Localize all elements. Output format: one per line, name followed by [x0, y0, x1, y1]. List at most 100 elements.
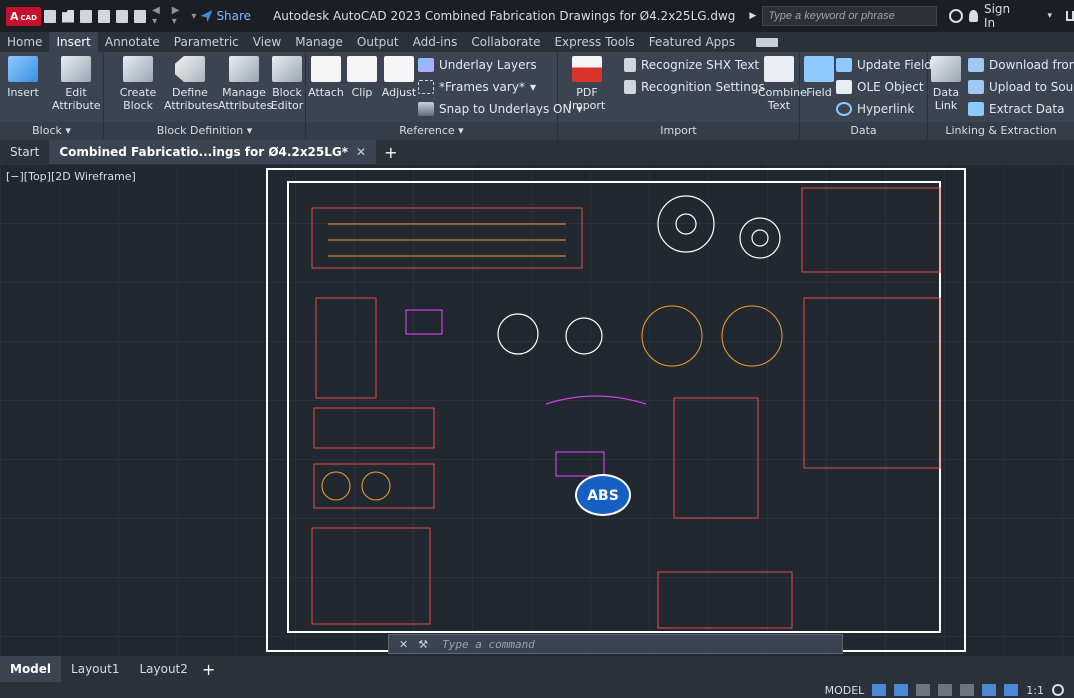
insert-button[interactable]: Insert [4, 56, 42, 99]
viewport-controls[interactable]: [−][Top][2D Wireframe] [6, 170, 136, 183]
ole-object-button[interactable]: OLE Object [836, 80, 924, 94]
status-bar: MODEL 1:1 [0, 682, 1074, 698]
edit-attribute-icon [61, 56, 91, 82]
field-icon [804, 56, 834, 82]
recognize-shx-button[interactable]: Recognize SHX Text [624, 58, 759, 72]
save-icon[interactable] [80, 9, 93, 23]
undo-icon[interactable]: ◀ ▾ [152, 5, 166, 27]
grid-icon[interactable] [872, 684, 887, 696]
download-from-button[interactable]: Download from [968, 58, 1074, 72]
manage-attributes-button[interactable]: Manage Attributes [218, 56, 272, 112]
panel-title-reference[interactable]: Reference ▾ [306, 122, 557, 140]
tab-view[interactable]: View [246, 32, 288, 52]
tag-icon [175, 56, 205, 82]
object-snap-icon[interactable] [982, 684, 997, 696]
tab-layout2[interactable]: Layout2 [129, 656, 197, 682]
ribbon-tabs: Home Insert Annotate Parametric View Man… [0, 32, 1074, 52]
isodraft-icon[interactable] [960, 684, 975, 696]
sign-in-button[interactable]: Sign In [969, 2, 1013, 30]
edit-attribute-button[interactable]: Edit Attribute [52, 56, 101, 112]
field-button[interactable]: Field [804, 56, 834, 99]
tab-parametric[interactable]: Parametric [167, 32, 246, 52]
frame-icon [418, 80, 434, 94]
save-as-icon[interactable] [98, 9, 111, 23]
combine-text-icon [764, 56, 794, 82]
quick-access-toolbar: ◀ ▾ ▶ ▾ ▾ [40, 5, 196, 27]
panel-title-linking: Linking & Extraction [928, 122, 1074, 140]
app-logo[interactable]: A CAD [0, 0, 41, 32]
close-icon[interactable]: ✕ [356, 145, 366, 159]
tab-featured-apps[interactable]: Featured Apps [642, 32, 742, 52]
tab-drawing[interactable]: Combined Fabricatio...ings for Ø4.2x25LG… [49, 140, 377, 164]
tab-model[interactable]: Model [0, 656, 62, 682]
snap-mode-icon[interactable] [894, 684, 909, 696]
combine-text-button[interactable]: Combine Text [758, 56, 807, 112]
hyperlink-button[interactable]: Hyperlink [836, 102, 914, 116]
upload-icon [968, 80, 984, 94]
block-editor-button[interactable]: Block Editor [270, 56, 304, 112]
clip-icon [347, 56, 377, 82]
chevron-down-icon[interactable]: ▾ [1048, 11, 1053, 21]
publish-icon[interactable] [116, 9, 129, 23]
close-icon[interactable]: ✕ [399, 638, 408, 651]
customize-qat-icon[interactable]: ▾ [191, 11, 196, 22]
redo-icon[interactable]: ▶ ▾ [172, 5, 186, 27]
cart-icon[interactable] [1066, 11, 1074, 21]
panel-block: Insert Edit Attribute Block ▾ [0, 52, 104, 140]
frames-vary-dropdown[interactable]: *Frames vary* ▾ [418, 80, 536, 94]
define-attributes-button[interactable]: Define Attributes [164, 56, 218, 112]
tab-home[interactable]: Home [0, 32, 49, 52]
data-link-button[interactable]: Data Link [930, 56, 962, 112]
ortho-icon[interactable] [916, 684, 931, 696]
tab-annotate[interactable]: Annotate [98, 32, 167, 52]
new-tab-icon[interactable]: + [384, 143, 397, 162]
tab-output[interactable]: Output [350, 32, 406, 52]
update-fields-button[interactable]: Update Fields [836, 58, 938, 72]
tab-manage[interactable]: Manage [288, 32, 350, 52]
annotation-icon[interactable] [1004, 684, 1019, 696]
upload-to-source-button[interactable]: Upload to Source [968, 80, 1074, 94]
panel-title-block-definition[interactable]: Block Definition ▾ [104, 122, 305, 140]
clip-button[interactable]: Clip [346, 56, 378, 99]
tab-express-tools[interactable]: Express Tools [547, 32, 641, 52]
wrench-icon[interactable]: ⚒ [418, 638, 428, 651]
share-icon [200, 10, 213, 22]
drawing-canvas[interactable]: [−][Top][2D Wireframe] ABS ✕ ⚒ [0, 164, 1074, 656]
layout-tabs: Model Layout1 Layout2 + [0, 656, 1074, 682]
panel-title-data: Data [800, 122, 927, 140]
recognition-settings-button[interactable]: Recognition Settings [624, 80, 765, 94]
tab-insert[interactable]: Insert [49, 32, 98, 52]
adjust-button[interactable]: Adjust [380, 56, 418, 99]
model-space-button[interactable]: MODEL [825, 684, 865, 697]
create-block-button[interactable]: Create Block [118, 56, 158, 112]
gear-icon[interactable] [1052, 684, 1064, 696]
window-title: Autodesk AutoCAD 2023 Combined Fabricati… [273, 9, 736, 23]
search-icon[interactable] [949, 9, 964, 23]
tab-addins[interactable]: Add-ins [406, 32, 465, 52]
chevron-right-icon[interactable]: ▶ [749, 11, 756, 21]
pdf-import-button[interactable]: PDF Import [564, 56, 610, 112]
polar-icon[interactable] [938, 684, 953, 696]
attach-button[interactable]: Attach [308, 56, 344, 99]
panel-title-block[interactable]: Block ▾ [0, 122, 103, 140]
ribbon-minimize-icon[interactable] [756, 37, 779, 47]
open-icon[interactable] [62, 9, 75, 23]
annotation-scale[interactable]: 1:1 [1026, 684, 1044, 697]
data-link-icon [931, 56, 961, 82]
drawing-sheet [266, 168, 966, 652]
tab-collaborate[interactable]: Collaborate [464, 32, 547, 52]
command-input[interactable] [442, 637, 743, 651]
search-input[interactable] [762, 6, 938, 26]
tab-layout1[interactable]: Layout1 [61, 656, 129, 682]
add-layout-icon[interactable]: + [202, 660, 215, 679]
extract-icon [968, 102, 984, 116]
title-bar: A CAD ◀ ▾ ▶ ▾ ▾ Share Autodesk AutoCAD 20… [0, 0, 1074, 32]
attach-icon [311, 56, 341, 82]
plot-icon[interactable] [134, 9, 147, 23]
panel-reference: Attach Clip Adjust Underlay Layers *Fram… [306, 52, 583, 140]
share-button[interactable]: Share [200, 9, 251, 23]
extract-data-button[interactable]: Extract Data [968, 102, 1064, 116]
new-icon[interactable] [44, 9, 57, 23]
underlay-layers-button[interactable]: Underlay Layers [418, 58, 537, 72]
tab-start[interactable]: Start [0, 140, 49, 164]
